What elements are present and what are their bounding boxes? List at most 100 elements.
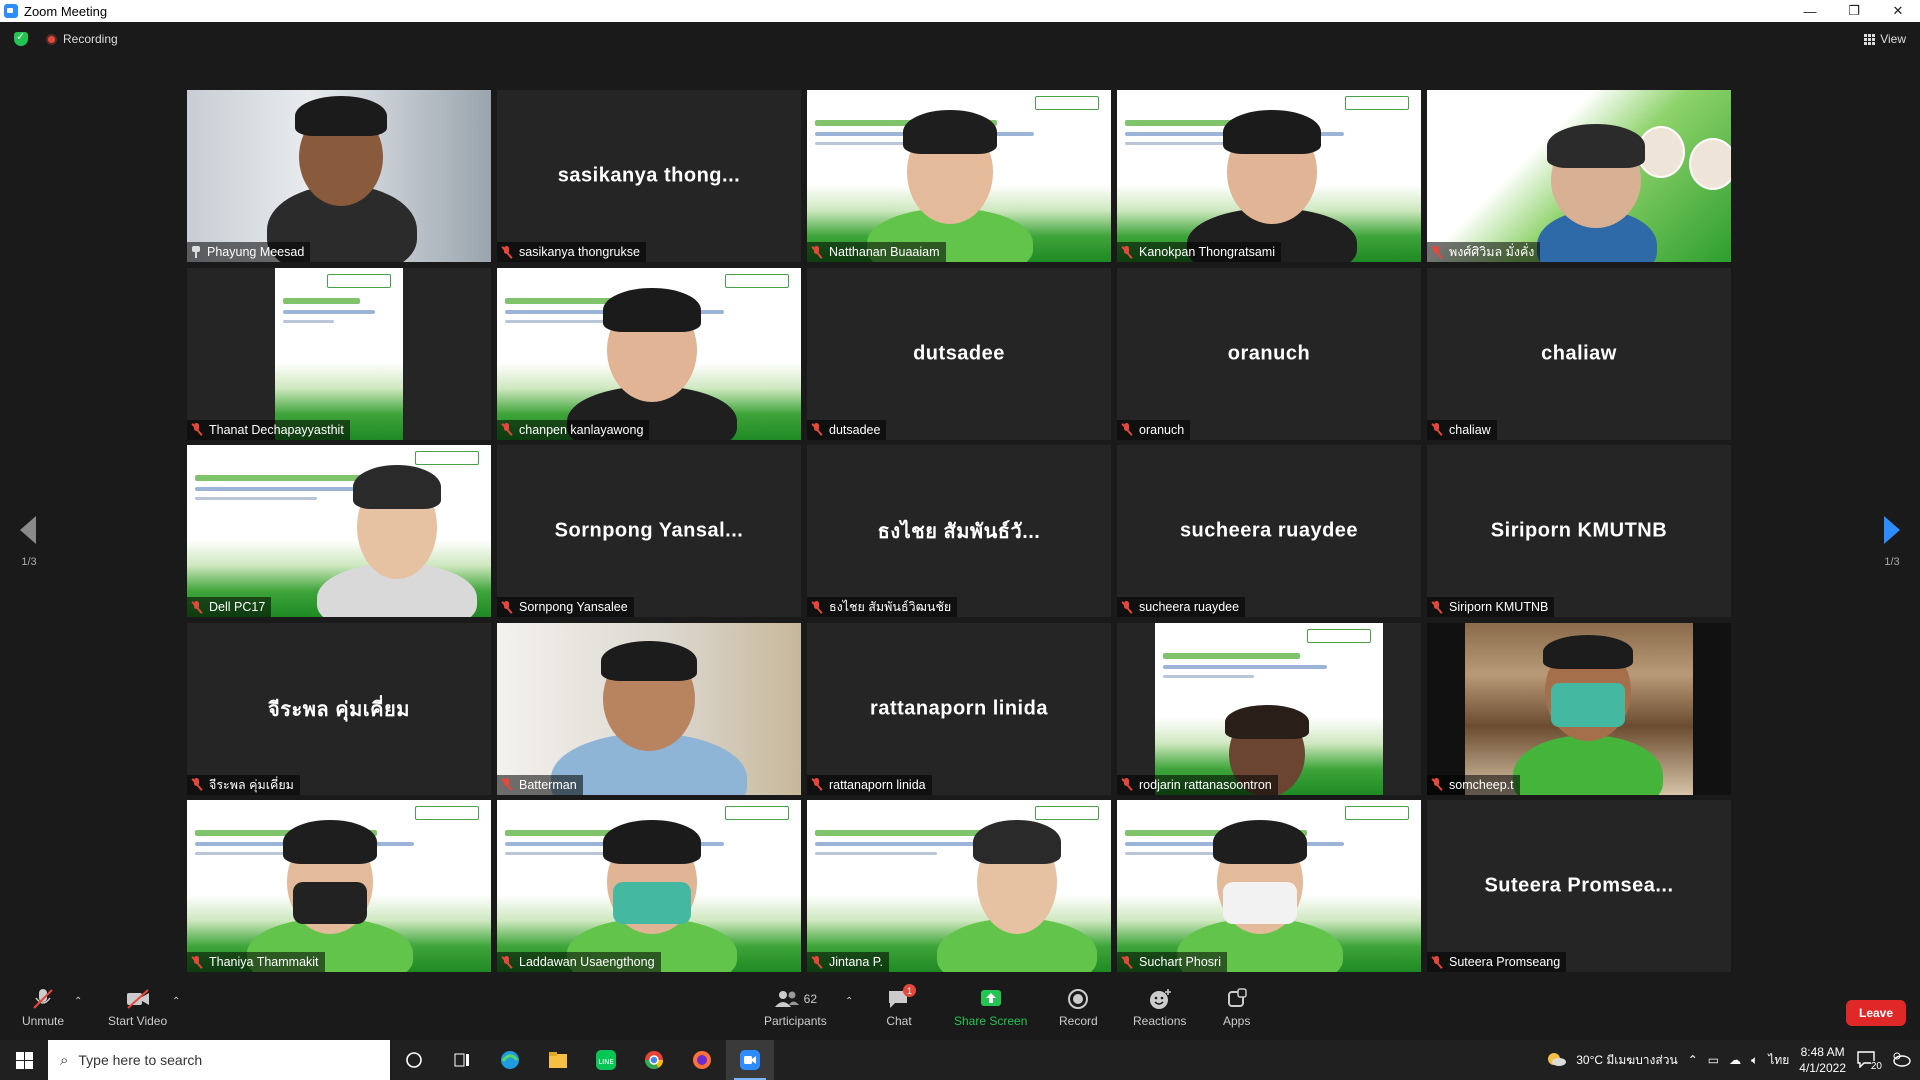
participant-name: sasikanya thongrukse (519, 245, 640, 259)
participant-tile[interactable]: rattanaporn linida rattanaporn linida (807, 622, 1111, 795)
maximize-button[interactable]: ❐ (1832, 0, 1876, 22)
participant-tile[interactable]: Batterman (497, 622, 801, 795)
participant-video (1427, 90, 1731, 262)
participant-tile[interactable]: Suchart Phosri (1117, 800, 1421, 972)
video-options-caret-icon[interactable]: ⌃ (172, 996, 180, 1007)
participant-tile[interactable]: Thaniya Thammakit (187, 800, 491, 972)
record-button[interactable]: Record (1059, 988, 1098, 1028)
participant-tile[interactable]: oranuch oranuch (1117, 267, 1421, 440)
tray-chevron-up-icon[interactable]: ⌃ (1688, 1053, 1698, 1067)
volume-icon[interactable]: 🔈︎ (1751, 1053, 1758, 1068)
participant-display-name: rattanaporn linida (870, 697, 1048, 719)
participant-name-label: Kanokpan Thongratsami (1117, 242, 1281, 262)
search-placeholder: Type here to search (78, 1052, 203, 1068)
participant-tile[interactable]: somcheep.t (1427, 622, 1731, 795)
firefox-browser-icon[interactable] (678, 1040, 726, 1080)
participant-count: 62 (803, 992, 818, 1006)
participant-tile[interactable]: sucheera ruaydee sucheera ruaydee (1117, 445, 1421, 617)
close-button[interactable]: ✕ (1876, 0, 1920, 22)
participant-tile[interactable]: dutsadee dutsadee (807, 267, 1111, 440)
clock-time: 8:48 AM (1800, 1045, 1845, 1059)
participant-video (807, 800, 1111, 972)
leave-button[interactable]: Leave (1846, 1000, 1906, 1026)
input-language[interactable]: ไทย (1768, 1051, 1789, 1070)
participant-name: Phayung Meesad (207, 245, 305, 259)
participant-name: chanpen kanlayawong (519, 422, 644, 437)
audio-options-caret-icon[interactable]: ⌃ (74, 996, 82, 1007)
participant-name: พงศ์ศิวิมล มั่งคั่ง (1449, 245, 1535, 259)
edge-browser-icon[interactable] (486, 1040, 534, 1080)
system-tray: 30°C มีเมฆบางส่วน ⌃ ▭ ☁ 🔈︎ ไทย 8:48 AM 4… (1546, 1044, 1920, 1076)
participant-name-label: Batterman (497, 774, 583, 795)
participant-display-name: oranuch (1227, 342, 1311, 364)
taskbar-clock[interactable]: 8:48 AM 4/1/2022 (1799, 1044, 1846, 1076)
apps-icon (1224, 988, 1250, 1010)
recording-label: Recording (63, 32, 118, 46)
muted-mic-icon (1431, 600, 1443, 614)
share-screen-label: Share Screen (954, 1014, 1028, 1028)
weather-tray-cloud-icon[interactable] (1890, 1050, 1912, 1071)
participant-tile[interactable]: chanpen kanlayawong (497, 267, 801, 440)
onedrive-icon[interactable]: ☁ (1729, 1053, 1741, 1067)
cortana-icon[interactable] (390, 1040, 438, 1080)
network-icon[interactable]: ▭ (1708, 1053, 1719, 1067)
chat-button[interactable]: 1 Chat (886, 984, 916, 1028)
participant-tile[interactable]: Natthanan Buaaiam (807, 90, 1111, 262)
start-video-button[interactable]: Start Video (108, 988, 167, 1028)
participant-name-label: dutsadee (807, 419, 887, 440)
muted-mic-icon (191, 955, 203, 969)
encryption-shield-icon[interactable] (14, 30, 28, 46)
windows-start-icon[interactable] (0, 1040, 48, 1080)
start-video-label: Start Video (108, 1014, 168, 1028)
file-explorer-icon[interactable] (534, 1040, 582, 1080)
participant-tile[interactable]: Siriporn KMUTNB Siriporn KMUTNB (1427, 445, 1731, 617)
taskbar-search-box[interactable]: ⌕ Type here to search (48, 1040, 390, 1080)
minimize-button[interactable]: — (1788, 0, 1832, 22)
clock-date: 4/1/2022 (1799, 1061, 1846, 1075)
muted-mic-icon (501, 955, 513, 969)
participant-name: sucheera ruaydee (1139, 600, 1240, 614)
next-page-arrow-icon[interactable] (1884, 516, 1900, 544)
zoom-taskbar-icon[interactable] (726, 1040, 774, 1080)
participant-tile[interactable]: Phayung Meesad (187, 90, 491, 262)
participant-tile[interactable]: Suteera Promsea... Suteera Promseang (1427, 800, 1731, 972)
reactions-button[interactable]: Reactions (1133, 988, 1186, 1028)
unmute-button[interactable]: Unmute (22, 988, 64, 1028)
muted-mic-icon (501, 600, 513, 614)
muted-mic-icon (191, 423, 203, 436)
participant-name: chaliaw (1449, 422, 1491, 437)
participant-tile[interactable]: Sornpong Yansal... Sornpong Yansalee (497, 445, 801, 617)
participant-tile[interactable]: จีระพล คุ่มเคี่ยม จีระพล คุ่มเคี่ยม (187, 622, 491, 795)
notification-count: 20 (1870, 1061, 1882, 1072)
view-button[interactable]: View (1864, 32, 1906, 46)
task-view-icon[interactable] (438, 1040, 486, 1080)
participant-tile[interactable]: Laddawan Usaengthong (497, 800, 801, 972)
svg-text:LINE: LINE (598, 1058, 614, 1066)
participant-name: Natthanan Buaaiam (829, 245, 940, 259)
participant-tile[interactable]: chaliaw chaliaw (1427, 267, 1731, 440)
muted-mic-icon (1431, 245, 1443, 259)
notifications-icon[interactable]: 20 (1856, 1050, 1882, 1072)
share-screen-button[interactable]: Share Screen (954, 988, 1027, 1028)
participants-caret-icon[interactable]: ⌃ (845, 996, 853, 1007)
chrome-browser-icon[interactable] (630, 1040, 678, 1080)
participant-tile[interactable]: ธงไชย สัมพันธ์วั... ธงไชย สัมพันธ์วิฒนชัย (807, 445, 1111, 617)
participant-tile[interactable]: พงศ์ศิวิมล มั่งคั่ง (1427, 90, 1731, 262)
apps-button[interactable]: Apps (1223, 988, 1250, 1028)
weather-label[interactable]: 30°C มีเมฆบางส่วน (1576, 1051, 1677, 1070)
participant-tile[interactable]: rodjarin rattanasoontron (1117, 622, 1421, 795)
recording-icon (46, 33, 57, 45)
participant-tile[interactable]: Kanokpan Thongratsami (1117, 90, 1421, 262)
line-app-icon[interactable]: LINE (582, 1040, 630, 1080)
participant-name: ธงไชย สัมพันธ์วิฒนชัย (829, 600, 952, 614)
participant-display-name: ธงไชย สัมพันธ์วั... (877, 521, 1041, 543)
previous-page-arrow-icon[interactable] (20, 516, 36, 544)
participant-video (187, 445, 491, 617)
participant-tile[interactable]: Jintana P. (807, 800, 1111, 972)
participant-name-label: sucheera ruaydee (1117, 597, 1246, 617)
participants-button[interactable]: 62 Participants (764, 988, 827, 1028)
weather-icon[interactable] (1546, 1051, 1567, 1070)
participant-tile[interactable]: Thanat Dechapayyasthit (187, 267, 491, 440)
participant-tile[interactable]: Dell PC17 (187, 445, 491, 617)
participant-tile[interactable]: sasikanya thong... sasikanya thongrukse (497, 90, 801, 262)
